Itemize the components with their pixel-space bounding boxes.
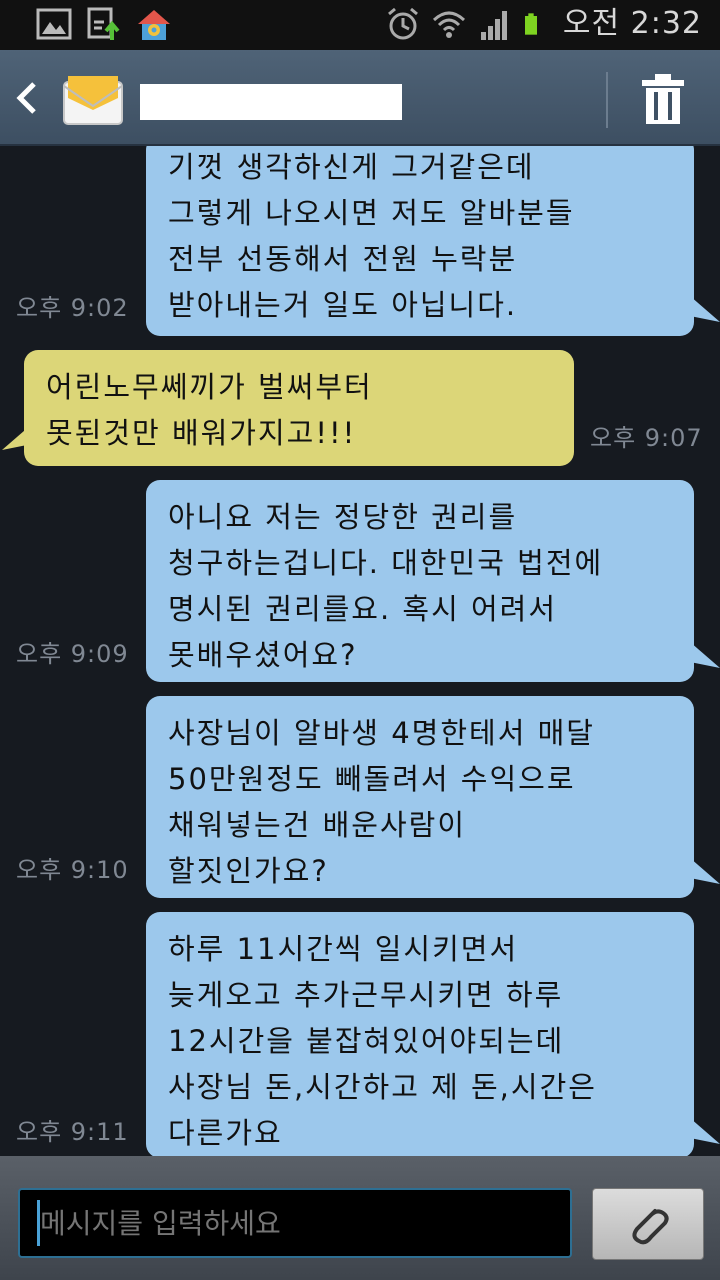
back-icon[interactable] [14, 80, 40, 116]
message-time: 오후 9:10 [16, 856, 129, 884]
message-text: 못된것만 배워가지고!!! [46, 416, 357, 450]
settings-app-icon [138, 10, 170, 40]
message-text: 12시간을 붙잡혀있어야되는데 [168, 1024, 565, 1058]
bubble-tail [690, 858, 720, 884]
attach-button[interactable] [592, 1188, 704, 1260]
message-text: 채워넣는건 배운사람이 [168, 808, 467, 842]
message-text: 청구하는겁니다. 대한민국 법전에 [168, 546, 604, 580]
message-bubble-sent[interactable]: 아니요 저는 정당한 권리를 청구하는겁니다. 대한민국 법전에 명시된 권리를… [146, 480, 720, 682]
message-text: 어린노무쎄끼가 벌써부터 [46, 370, 373, 404]
message-text: 사장님이 알바생 4명한테서 매달 [168, 716, 595, 750]
message-time: 오후 9:02 [16, 294, 129, 322]
bubble-tail [2, 424, 32, 450]
message-text: 못배우셨어요? [168, 638, 358, 672]
message-bubble-sent[interactable]: 사장님이 알바생 4명한테서 매달 50만원정도 빼돌려서 수익으로 채워넣는건… [146, 696, 720, 898]
download-icon [87, 7, 120, 40]
message-text: 할짓인가요? [168, 854, 329, 888]
message-text: 받아내는거 일도 아닙니다. [168, 288, 518, 322]
status-time: 오전 2:32 [562, 6, 702, 41]
gallery-icon [36, 8, 72, 40]
compose-bar [0, 1156, 720, 1280]
envelope-icon [63, 76, 123, 125]
message-text: 아니요 저는 정당한 권리를 [168, 500, 518, 534]
message-text: 명시된 권리를요. 혹시 어려서 [168, 592, 558, 626]
message-text: 하루 11시간씩 일시키면서 [168, 932, 519, 966]
bubble-tail [690, 296, 720, 322]
message-bubble-sent[interactable]: 기껏 생각하신게 그거같은데 그렇게 나오시면 저도 알바분들 전부 선동해서 … [146, 146, 720, 336]
alarm-icon [387, 7, 418, 40]
text-cursor [37, 1200, 40, 1246]
message-text: 사장님 돈,시간하고 제 돈,시간은 [168, 1070, 597, 1104]
message-text: 늦게오고 추가근무시키면 하루 [168, 978, 564, 1012]
bubble-tail [690, 1118, 720, 1144]
trash-icon[interactable] [640, 74, 686, 126]
message-text: 기껏 생각하신게 그거같은데 [168, 150, 535, 184]
status-bar: 오전 2:32 [0, 0, 720, 50]
message-time: 오후 9:11 [16, 1118, 129, 1146]
battery-icon [524, 13, 537, 35]
message-input[interactable] [18, 1188, 572, 1258]
wifi-icon [432, 11, 465, 38]
header-divider [606, 72, 608, 128]
paperclip-icon [632, 1209, 669, 1245]
message-text: 전부 선동해서 전원 누락분 [168, 242, 518, 276]
message-bubble-sent[interactable]: 하루 11시간씩 일시키면서 늦게오고 추가근무시키면 하루 12시간을 붙잡혀… [146, 912, 720, 1156]
signal-icon [480, 11, 507, 40]
action-bar [0, 50, 720, 146]
bubble-tail [690, 642, 720, 668]
message-bubble-received[interactable]: 어린노무쎄끼가 벌써부터 못된것만 배워가지고!!! [2, 350, 574, 466]
message-time: 오후 9:09 [16, 640, 129, 668]
message-time: 오후 9:07 [590, 424, 703, 452]
message-text: 그렇게 나오시면 저도 알바분들 [168, 196, 575, 230]
message-text: 다른가요 [168, 1116, 283, 1150]
message-list[interactable]: 기껏 생각하신게 그거같은데 그렇게 나오시면 저도 알바분들 전부 선동해서 … [0, 146, 720, 1156]
message-text: 50만원정도 빼돌려서 수익으로 [168, 762, 576, 796]
contact-name [140, 84, 402, 120]
